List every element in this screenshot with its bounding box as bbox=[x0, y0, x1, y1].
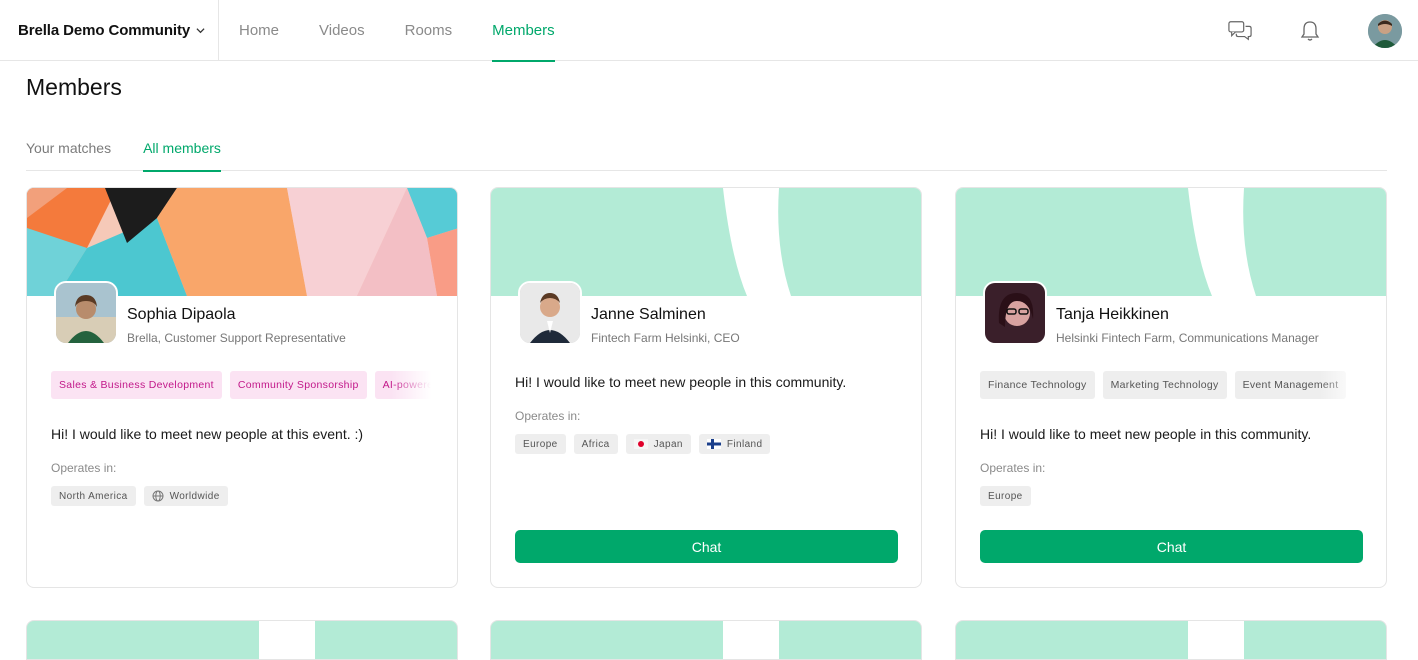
community-name: Brella Demo Community bbox=[18, 22, 191, 39]
main-nav: Home Videos Rooms Members bbox=[219, 0, 575, 62]
operates-in-list: Europe Africa Japan Finland bbox=[515, 434, 778, 454]
member-card-partial[interactable] bbox=[490, 620, 922, 660]
user-avatar[interactable] bbox=[1368, 13, 1402, 48]
member-name[interactable]: Sophia Dipaola bbox=[127, 306, 236, 324]
flag-finland-icon bbox=[706, 439, 721, 449]
interest-tag: Sales & Business Development bbox=[51, 371, 222, 399]
interest-tag: Event Management bbox=[1234, 371, 1347, 399]
member-role: Helsinki Fintech Farm, Communications Ma… bbox=[1056, 331, 1319, 345]
operates-label: Operates in: bbox=[51, 461, 117, 475]
chat-button[interactable]: Chat bbox=[515, 530, 898, 563]
member-role: Fintech Farm Helsinki, CEO bbox=[591, 331, 740, 345]
member-card-partial[interactable] bbox=[26, 620, 458, 660]
member-intro: Hi! I would like to meet new people at t… bbox=[51, 426, 364, 442]
card-banner bbox=[956, 188, 1386, 296]
member-card[interactable]: Janne Salminen Fintech Farm Helsinki, CE… bbox=[490, 187, 922, 588]
member-card-partial[interactable] bbox=[955, 620, 1387, 660]
operates-label: Operates in: bbox=[980, 461, 1046, 475]
region-tag: Europe bbox=[515, 434, 566, 454]
tab-your-matches[interactable]: Your matches bbox=[26, 128, 111, 171]
page-title: Members bbox=[26, 74, 122, 100]
member-avatar bbox=[54, 281, 118, 345]
region-tag: Finland bbox=[698, 434, 771, 454]
member-card[interactable]: Sophia Dipaola Brella, Customer Support … bbox=[26, 187, 458, 588]
region-tag: Europe bbox=[980, 486, 1031, 506]
globe-icon bbox=[152, 490, 164, 502]
member-name[interactable]: Janne Salminen bbox=[591, 306, 706, 324]
card-banner bbox=[491, 188, 921, 296]
interest-tag: Marketing Technology bbox=[1102, 371, 1227, 399]
bell-icon[interactable] bbox=[1298, 19, 1322, 43]
operates-in-list: Europe bbox=[980, 486, 1039, 506]
operates-in-list: North America Worldwide bbox=[51, 486, 236, 506]
card-banner bbox=[27, 188, 457, 296]
member-intro: Hi! I would like to meet new people in t… bbox=[980, 426, 1312, 442]
interest-tags: Sales & Business Development Community S… bbox=[51, 371, 431, 399]
interest-tag: AI-powered bbox=[374, 371, 431, 399]
interest-tag: Community Sponsorship bbox=[229, 371, 367, 399]
nav-rooms[interactable]: Rooms bbox=[385, 0, 473, 61]
chat-button[interactable]: Chat bbox=[980, 530, 1363, 563]
member-intro: Hi! I would like to meet new people in t… bbox=[515, 374, 847, 390]
tab-all-members[interactable]: All members bbox=[143, 128, 221, 172]
region-tag: Japan bbox=[625, 434, 691, 454]
operates-label: Operates in: bbox=[515, 409, 581, 423]
flag-japan-icon bbox=[633, 439, 648, 449]
interest-tags: Finance Technology Marketing Technology … bbox=[980, 371, 1360, 399]
member-role: Brella, Customer Support Representative bbox=[127, 331, 346, 345]
community-switcher[interactable]: Brella Demo Community bbox=[0, 0, 219, 61]
member-avatar bbox=[518, 281, 582, 345]
region-tag: North America bbox=[51, 486, 136, 506]
region-tag: Africa bbox=[573, 434, 618, 454]
chevron-down-icon bbox=[196, 28, 205, 34]
nav-members[interactable]: Members bbox=[472, 0, 575, 62]
member-card[interactable]: Tanja Heikkinen Helsinki Fintech Farm, C… bbox=[955, 187, 1387, 588]
member-tabs: Your matches All members bbox=[26, 128, 1387, 172]
interest-tag: Finance Technology bbox=[980, 371, 1095, 399]
region-tag: Worldwide bbox=[143, 486, 228, 506]
member-name[interactable]: Tanja Heikkinen bbox=[1056, 306, 1169, 324]
nav-videos[interactable]: Videos bbox=[299, 0, 385, 61]
chat-bubbles-icon[interactable] bbox=[1228, 19, 1252, 43]
top-bar: Brella Demo Community Home Videos Rooms … bbox=[0, 0, 1418, 62]
nav-home[interactable]: Home bbox=[219, 0, 299, 61]
member-avatar bbox=[983, 281, 1047, 345]
